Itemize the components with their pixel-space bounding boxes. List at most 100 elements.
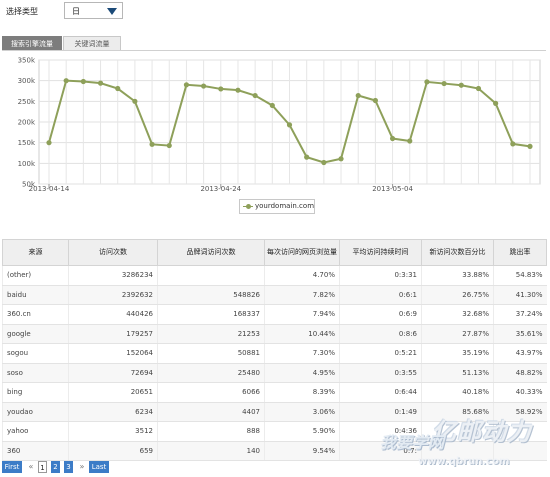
table-row: 360.cn 440426 168337 7.94% 0:6:9 32.68% 37.24% <box>2 304 547 325</box>
cell-pages-per-visit: 7.94% <box>264 304 340 325</box>
cell-bounce-rate: 35.61% <box>493 324 547 344</box>
table-row: soso 72694 25480 4.95% 0:3:55 51.13% 48.82% <box>2 363 547 383</box>
col-header-brand-visits[interactable]: 品牌词访问次数 <box>157 239 265 266</box>
data-point <box>63 78 69 84</box>
watermark-logo: 亿邮动力 我要学网 www.qbrun.com <box>372 412 548 474</box>
pager-page-1[interactable]: 1 <box>38 461 47 473</box>
tab-keyword-traffic[interactable]: 关键词流量 <box>63 36 121 51</box>
data-point <box>338 156 344 162</box>
cell-avg-duration: 0:3:55 <box>339 363 422 383</box>
y-tick-label: 150k <box>18 139 36 147</box>
cell-visits: 2392632 <box>68 285 158 305</box>
cell-source: bing <box>2 382 69 403</box>
cell-brand-visits: 548826 <box>157 285 265 305</box>
cell-brand-visits: 4407 <box>157 402 265 422</box>
cell-source: sogou <box>2 343 69 364</box>
data-point <box>407 138 413 144</box>
data-point <box>493 100 499 106</box>
data-point <box>286 122 293 128</box>
legend-series-name: yourdomain.com <box>255 202 315 210</box>
cell-source: 360 <box>2 441 69 461</box>
table-row: sogou 152064 50881 7.30% 0:5:21 35.19% 43.97% <box>2 343 547 364</box>
cell-pages-per-visit: 10.44% <box>264 324 340 344</box>
cell-source: yahoo <box>2 421 69 442</box>
cell-visits: 179257 <box>68 324 158 344</box>
cell-avg-duration: 0:8:6 <box>339 324 422 344</box>
type-filter-label: 选择类型 <box>6 7 38 16</box>
data-point <box>321 159 327 166</box>
pager-prev-icon[interactable]: « <box>27 461 35 473</box>
cell-brand-visits: 140 <box>157 441 265 461</box>
cell-bounce-rate: 41.30% <box>493 285 547 305</box>
cell-visits: 20651 <box>68 382 158 403</box>
table-header-row: 来源 访问次数 品牌词访问次数 每次访问的网页浏览量 平均访问持续时间 新访问次… <box>2 239 547 266</box>
tab-search-engine-traffic[interactable]: 搜索引擎流量 <box>2 36 62 51</box>
cell-new-visits-pct: 51.13% <box>421 363 494 383</box>
y-tick-label: 300k <box>18 77 36 85</box>
cell-source: soso <box>2 363 69 383</box>
cell-pages-per-visit: 7.82% <box>264 285 340 305</box>
cell-source: (other) <box>2 265 69 286</box>
cell-visits: 3512 <box>68 421 158 442</box>
data-point <box>389 135 396 142</box>
data-point <box>115 85 121 92</box>
cell-bounce-rate: 54.83% <box>493 265 547 286</box>
data-point <box>510 141 516 147</box>
cell-bounce-rate: 43.97% <box>493 343 547 364</box>
chevron-down-icon[interactable] <box>107 8 117 15</box>
data-point <box>424 79 430 85</box>
cell-brand-visits: 888 <box>157 421 265 442</box>
cell-visits: 6234 <box>68 402 158 422</box>
data-point <box>149 141 155 147</box>
data-point <box>132 98 138 104</box>
type-select[interactable]: 日 <box>64 2 123 19</box>
table-row: google 179257 21253 10.44% 0:8:6 27.87% 35.61% <box>2 324 547 344</box>
cell-pages-per-visit: 7.30% <box>264 343 340 364</box>
cell-bounce-rate: 40.33% <box>493 382 547 403</box>
cell-bounce-rate: 37.24% <box>493 304 547 325</box>
type-select-value: 日 <box>72 7 80 16</box>
x-tick-label: 2013-04-14 <box>29 185 70 193</box>
y-tick-label: 200k <box>18 119 36 127</box>
col-header-new-visits-pct[interactable]: 新访问次数百分比 <box>421 239 494 266</box>
col-header-source[interactable]: 来源 <box>2 239 69 266</box>
col-header-pages-per-visit[interactable]: 每次访问的网页浏览量 <box>264 239 340 266</box>
data-point <box>355 92 361 99</box>
pager-page-2[interactable]: 2 <box>51 461 60 473</box>
pager-next-icon[interactable]: » <box>78 461 86 473</box>
data-point <box>527 143 533 149</box>
data-point <box>46 140 52 146</box>
cell-avg-duration: 0:3:31 <box>339 265 422 286</box>
cell-avg-duration: 0:6:9 <box>339 304 422 325</box>
data-point <box>166 142 172 149</box>
cell-pages-per-visit: 4.95% <box>264 363 340 383</box>
cell-visits: 440426 <box>68 304 158 325</box>
watermark-url: www.qbrun.com <box>418 456 510 467</box>
table-row: bing 20651 6066 8.39% 0:6:44 40.18% 40.33% <box>2 382 547 403</box>
cell-pages-per-visit: 5.90% <box>264 421 340 442</box>
col-header-bounce-rate[interactable]: 跳出率 <box>493 239 547 266</box>
watermark-site: 我要学网 <box>380 433 445 452</box>
cell-pages-per-visit: 9.54% <box>264 441 340 461</box>
cell-visits: 3286234 <box>68 265 158 286</box>
cell-brand-visits: 6066 <box>157 382 265 403</box>
y-tick-label: 100k <box>18 160 36 168</box>
chart-legend[interactable]: yourdomain.com <box>239 199 315 214</box>
cell-source: baidu <box>2 285 69 305</box>
cell-avg-duration: 0:6:1 <box>339 285 422 305</box>
cell-pages-per-visit: 3.06% <box>264 402 340 422</box>
data-point <box>201 83 207 89</box>
data-point <box>183 82 190 88</box>
data-point <box>304 154 310 160</box>
data-point <box>80 78 86 85</box>
pager-last-button[interactable]: Last <box>89 461 109 473</box>
data-point <box>269 102 275 109</box>
col-header-visits[interactable]: 访问次数 <box>68 239 158 266</box>
cell-new-visits-pct: 33.88% <box>421 265 494 286</box>
data-point <box>235 87 241 93</box>
pager-page-3[interactable]: 3 <box>64 461 73 473</box>
pager-first-button[interactable]: First <box>2 461 22 473</box>
cell-bounce-rate: 48.82% <box>493 363 547 383</box>
col-header-avg-duration[interactable]: 平均访问持续时间 <box>339 239 422 266</box>
table-row: (other) 3286234 4.70% 0:3:31 33.88% 54.83% <box>2 265 547 286</box>
